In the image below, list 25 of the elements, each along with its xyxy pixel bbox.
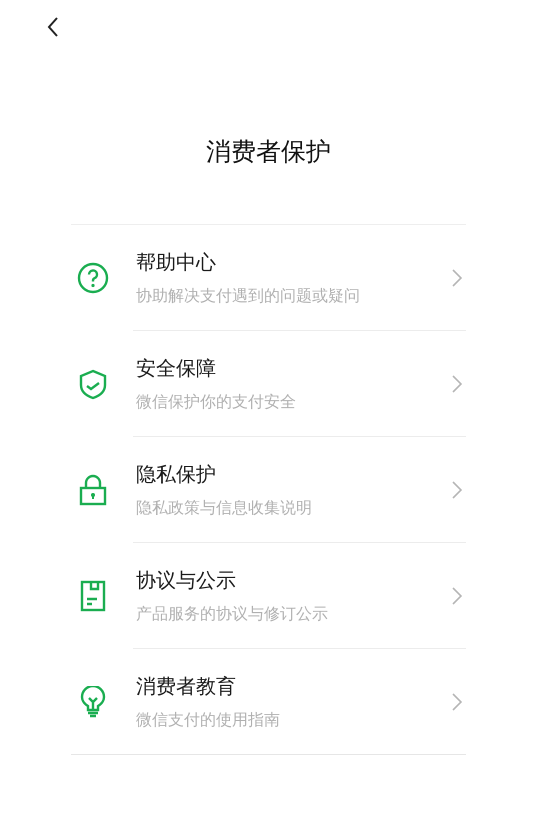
page-title: 消费者保护 [205, 136, 332, 168]
chevron-right-icon [452, 586, 462, 604]
chevron-right-icon [452, 692, 462, 710]
item-description: 隐私政策与信息收集说明 [136, 496, 313, 518]
item-title: 帮助中心 [136, 248, 217, 276]
menu-item[interactable]: 隐私保护 隐私政策与信息收集说明 [133, 436, 466, 542]
back-icon[interactable] [46, 16, 60, 38]
item-description: 微信保护你的支付安全 [136, 390, 297, 412]
menu-item[interactable]: 安全保障 微信保护你的支付安全 [133, 330, 466, 436]
menu-item[interactable]: 帮助中心 协助解决支付遇到的问题或疑问 [71, 225, 466, 330]
menu-item[interactable]: 消费者教育 微信支付的使用指南 [133, 648, 466, 754]
item-description: 产品服务的协议与修订公示 [136, 602, 329, 624]
shield-check-icon [77, 368, 109, 400]
help-icon [77, 262, 109, 294]
item-title: 安全保障 [136, 354, 217, 382]
chevron-right-icon [452, 268, 462, 286]
item-description: 协助解决支付遇到的问题或疑问 [136, 284, 361, 306]
menu-item[interactable]: 协议与公示 产品服务的协议与修订公示 [133, 542, 466, 648]
chevron-right-icon [452, 480, 462, 498]
chevron-right-icon [452, 374, 462, 392]
item-description: 微信支付的使用指南 [136, 708, 281, 730]
lock-icon [77, 474, 109, 506]
item-title: 隐私保护 [136, 460, 217, 488]
item-title: 消费者教育 [136, 672, 237, 700]
item-title: 协议与公示 [136, 566, 237, 594]
